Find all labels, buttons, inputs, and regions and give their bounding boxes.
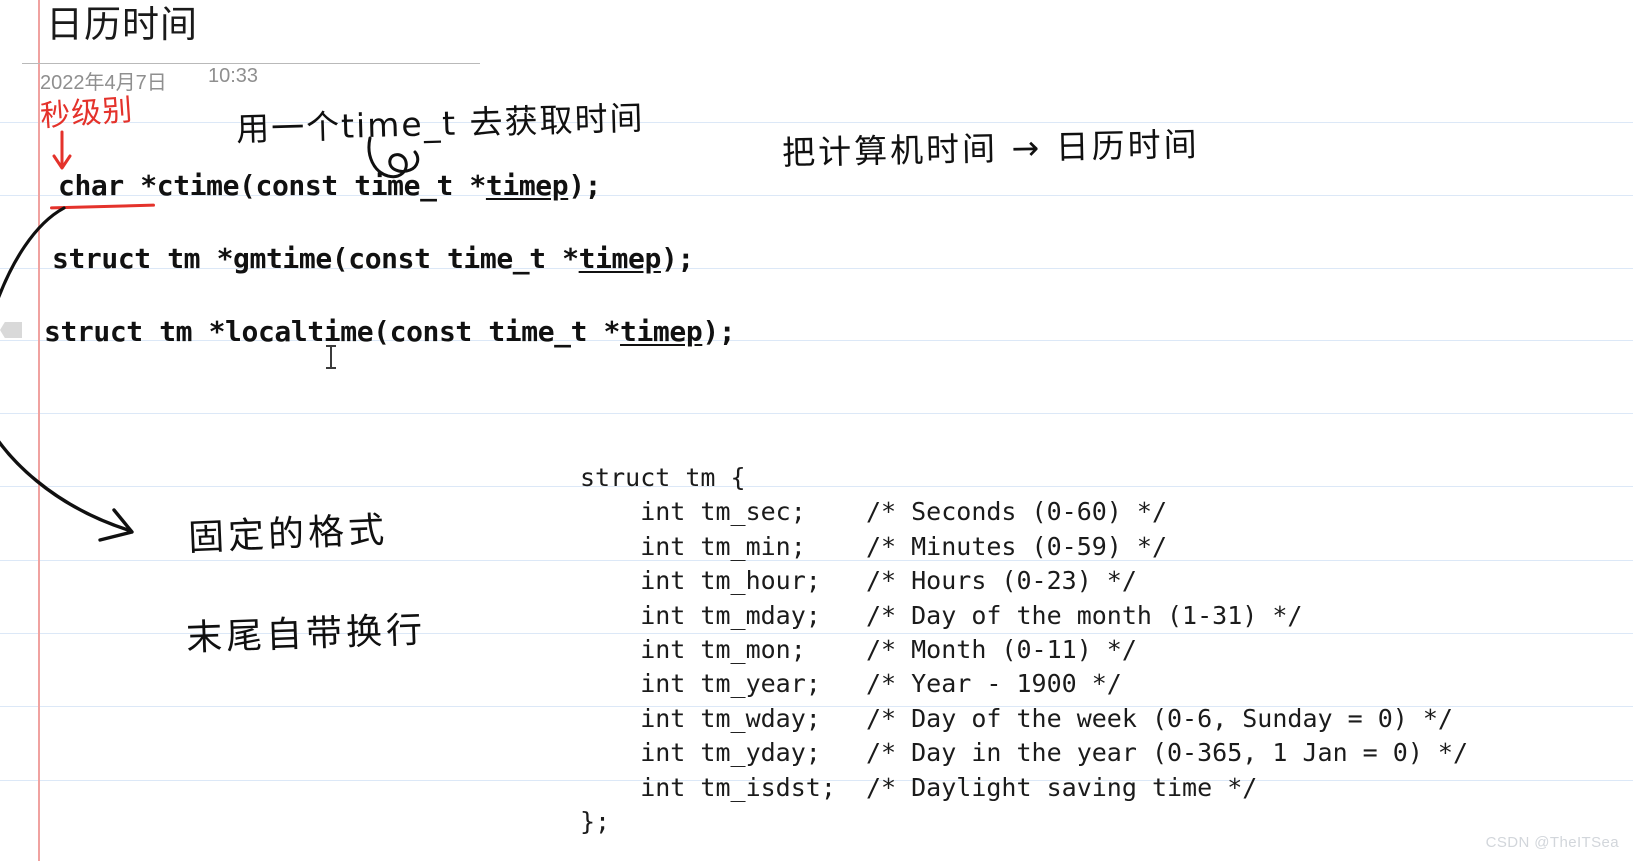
rule-line: [0, 413, 1633, 414]
handwriting-newline-note: 末尾自带换行: [185, 609, 427, 660]
page-title: 日历时间: [46, 4, 198, 45]
prototype-gmtime-param: timep: [578, 242, 662, 275]
notebook-page: 日历时间 2022年4月7日 10:33 char *ctime(const t…: [0, 0, 1633, 861]
prototype-localtime: struct tm *localtime(const time_t *timep…: [44, 315, 736, 349]
red-underline-mark: [49, 203, 156, 210]
watermark: CSDN @TheITSea: [1485, 834, 1619, 851]
handwriting-convert-note: 把计算机时间 → 日历时间: [781, 124, 1201, 173]
prototype-localtime-post: );: [702, 315, 736, 348]
struct-tm-code-block: struct tm { int tm_sec; /* Seconds (0-60…: [580, 463, 1469, 837]
prototype-localtime-pre: struct tm *localtime(const time_t *: [44, 315, 621, 348]
prototype-ctime-post: );: [568, 169, 602, 202]
prototype-ctime: char *ctime(const time_t *timep);: [58, 169, 602, 203]
handwriting-time-t-note: 用一个time_t 去获取时间: [235, 98, 646, 149]
faint-text-remnant: .. - . . .: [210, 348, 730, 362]
prototype-gmtime-pre: struct tm *gmtime(const time_t *: [52, 242, 579, 275]
title-divider: [22, 63, 480, 64]
note-time: 10:33: [208, 65, 259, 87]
prototype-gmtime: struct tm *gmtime(const time_t *timep);: [52, 242, 694, 276]
note-date: 2022年4月7日: [40, 72, 167, 94]
handwriting-fixed-format-note: 固定的格式: [187, 509, 389, 560]
line-marker-icon: [0, 322, 22, 338]
rule-line: [0, 122, 1633, 123]
prototype-ctime-param: timep: [485, 169, 569, 202]
ink-curved-arrow: [0, 440, 134, 542]
text-cursor-icon: [326, 345, 336, 369]
prototype-localtime-param: timep: [620, 315, 703, 348]
prototype-ctime-pre: char *ctime(const time_t *: [58, 169, 486, 202]
prototype-gmtime-post: );: [660, 242, 694, 275]
red-margin-line: [38, 0, 40, 861]
